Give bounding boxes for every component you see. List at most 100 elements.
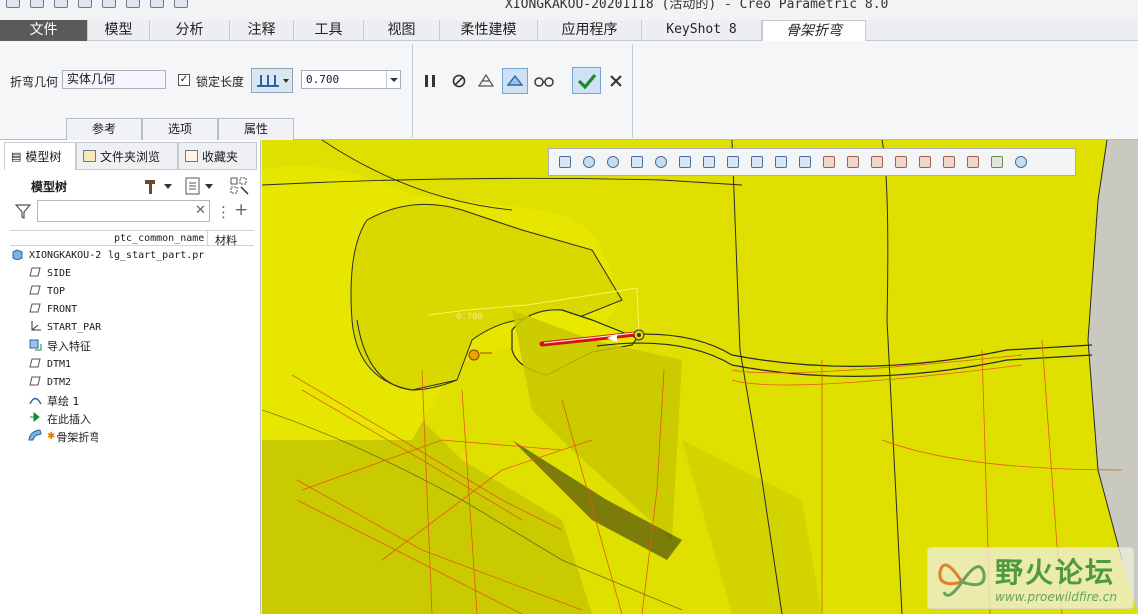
tree-row-dtm1[interactable]: DTM1 xyxy=(10,355,254,373)
tab-folder-browser[interactable]: 文件夹浏览 xyxy=(76,142,178,170)
spin-center-icon[interactable] xyxy=(771,153,790,172)
ribbon-tabs: 文件 模型 分析 注释 工具 视图 柔性建模 应用程序 KeyShot 8 骨架… xyxy=(0,20,1138,41)
tree-row-part[interactable]: XIONGKAKOU-2 lg_start_part.pr xyxy=(10,246,254,264)
tree-row-sketch[interactable]: 草绘 1 xyxy=(10,392,254,410)
section-icon[interactable] xyxy=(723,153,742,172)
spinal-bend-icon xyxy=(28,429,42,444)
point-display-icon[interactable] xyxy=(891,153,910,172)
title-bar: XIONGKAKOU-20201118 (活动的) - Creo Paramet… xyxy=(0,0,1138,20)
repaint-icon[interactable] xyxy=(627,153,646,172)
model-scene[interactable]: 0.700 xyxy=(262,140,1138,614)
tab-model[interactable]: 模型 xyxy=(88,20,150,41)
tab-model-tree[interactable]: ▤ 模型树 xyxy=(4,142,76,170)
undo-icon[interactable] xyxy=(78,0,92,8)
more-options-icon[interactable] xyxy=(1011,153,1030,172)
datum-plane-icon xyxy=(28,285,42,298)
import-feature-icon xyxy=(28,339,42,354)
tab-keyshot[interactable]: KeyShot 8 xyxy=(642,20,762,41)
tree-row-top[interactable]: TOP xyxy=(10,282,254,300)
bend-geometry-field[interactable]: 实体几何 xyxy=(62,70,166,89)
active-feature-marker-icon: ✱ xyxy=(47,431,56,443)
tree-filter-input[interactable] xyxy=(37,200,210,222)
model-tree-header: 模型树 xyxy=(0,173,261,199)
tree-row-dtm2[interactable]: DTM2 xyxy=(10,373,254,391)
references-panel-button[interactable]: 参考 xyxy=(66,118,142,140)
properties-panel-button[interactable]: 属性 xyxy=(218,118,294,140)
axis-display-icon[interactable] xyxy=(867,153,886,172)
appearance-icon[interactable] xyxy=(795,153,814,172)
tree-row-front[interactable]: FRONT xyxy=(10,301,254,319)
clear-filter-icon[interactable]: ✕ xyxy=(195,203,206,218)
perspective-icon[interactable] xyxy=(747,153,766,172)
new-icon[interactable] xyxy=(6,0,20,8)
tab-tools[interactable]: 工具 xyxy=(294,20,364,41)
drag-handle[interactable] xyxy=(468,349,480,361)
tree-row-insert-here[interactable]: 在此插入 xyxy=(10,410,254,428)
navigator-panel: ▤ 模型树 文件夹浏览 收藏夹 模型树 ✕ ⋮ + ptc_common_nam… xyxy=(0,140,261,614)
tab-favorites[interactable]: 收藏夹 xyxy=(178,142,257,170)
lock-length-checkbox[interactable]: ✓ xyxy=(178,74,190,86)
length-option-dropdown[interactable] xyxy=(251,68,293,93)
filter-icon[interactable] xyxy=(14,202,32,223)
chevron-down-icon xyxy=(205,184,213,189)
cancel-x-button[interactable] xyxy=(605,70,627,92)
tree-row-import-feature[interactable]: 导入特征 xyxy=(10,337,254,355)
tree-row-spinal-bend[interactable]: ✱ 骨架折弯 xyxy=(10,428,254,446)
bend-geometry-label: 折弯几何 xyxy=(10,75,59,89)
view-manager-icon[interactable] xyxy=(699,153,718,172)
save-icon[interactable] xyxy=(54,0,68,8)
value-dropdown-arrow[interactable] xyxy=(386,71,400,88)
model-tree-icon: ▤ xyxy=(11,150,22,163)
column-common-name[interactable]: ptc_common_name xyxy=(114,233,204,244)
datum-plane-icon xyxy=(28,267,42,280)
render-icon[interactable] xyxy=(987,153,1006,172)
pause-icon[interactable] xyxy=(419,70,441,92)
apply-check-button[interactable] xyxy=(572,67,601,94)
preview-mesh-icon[interactable] xyxy=(475,70,497,92)
tab-applications[interactable]: 应用程序 xyxy=(538,20,642,41)
graphics-viewport[interactable]: 0.700 xyxy=(262,140,1138,614)
tree-row-side[interactable]: SIDE xyxy=(10,264,254,282)
csys-display-icon[interactable] xyxy=(915,153,934,172)
redo-icon[interactable] xyxy=(102,0,116,8)
tab-file[interactable]: 文件 xyxy=(0,20,88,41)
show-options-button[interactable] xyxy=(184,175,220,197)
zoom-out-icon[interactable] xyxy=(603,153,622,172)
dashboard-panels: 参考 选项 属性 xyxy=(66,118,294,140)
more-filter-icon[interactable]: ⋮ xyxy=(216,203,231,221)
verify-mode-icon[interactable] xyxy=(502,68,528,94)
plane-display-icon[interactable] xyxy=(843,153,862,172)
dimension-value[interactable]: 0.700 xyxy=(456,312,483,322)
tab-annotate[interactable]: 注释 xyxy=(230,20,294,41)
regenerate-icon[interactable] xyxy=(126,0,140,8)
tab-spinal-bend[interactable]: 骨架折弯 xyxy=(762,20,866,41)
tree-settings-button[interactable] xyxy=(141,175,177,197)
spin-center-display-icon[interactable] xyxy=(963,153,982,172)
no-preview-icon[interactable] xyxy=(448,70,470,92)
open-icon[interactable] xyxy=(30,0,44,8)
tab-view[interactable]: 视图 xyxy=(364,20,440,41)
quick-access-toolbar xyxy=(6,0,188,8)
tree-row-start-part[interactable]: START_PAR xyxy=(10,319,254,337)
tab-flexible-modeling[interactable]: 柔性建模 xyxy=(440,20,538,41)
butterfly-logo-icon xyxy=(938,563,986,597)
datum-plane-icon xyxy=(28,376,42,389)
zoom-in-icon[interactable] xyxy=(579,153,598,172)
display-style-icon[interactable] xyxy=(651,153,670,172)
lock-length-label: 锁定长度 xyxy=(196,75,245,89)
windows-icon[interactable] xyxy=(150,0,164,8)
annotation-display-icon[interactable] xyxy=(939,153,958,172)
add-filter-icon[interactable]: + xyxy=(234,200,248,220)
watermark-title: 野火论坛 xyxy=(995,556,1116,589)
part-icon xyxy=(10,248,24,263)
tab-analysis[interactable]: 分析 xyxy=(150,20,230,41)
options-panel-button[interactable]: 选项 xyxy=(142,118,218,140)
datum-display-icon[interactable] xyxy=(819,153,838,172)
glasses-preview-icon[interactable] xyxy=(533,70,555,92)
tree-column-header: ptc_common_name 材料 xyxy=(10,230,254,247)
saved-orientations-icon[interactable] xyxy=(675,153,694,172)
tree-columns-button[interactable] xyxy=(229,176,251,196)
refit-icon[interactable] xyxy=(555,153,574,172)
chevron-down-icon xyxy=(164,184,172,189)
close-window-icon[interactable] xyxy=(174,0,188,8)
